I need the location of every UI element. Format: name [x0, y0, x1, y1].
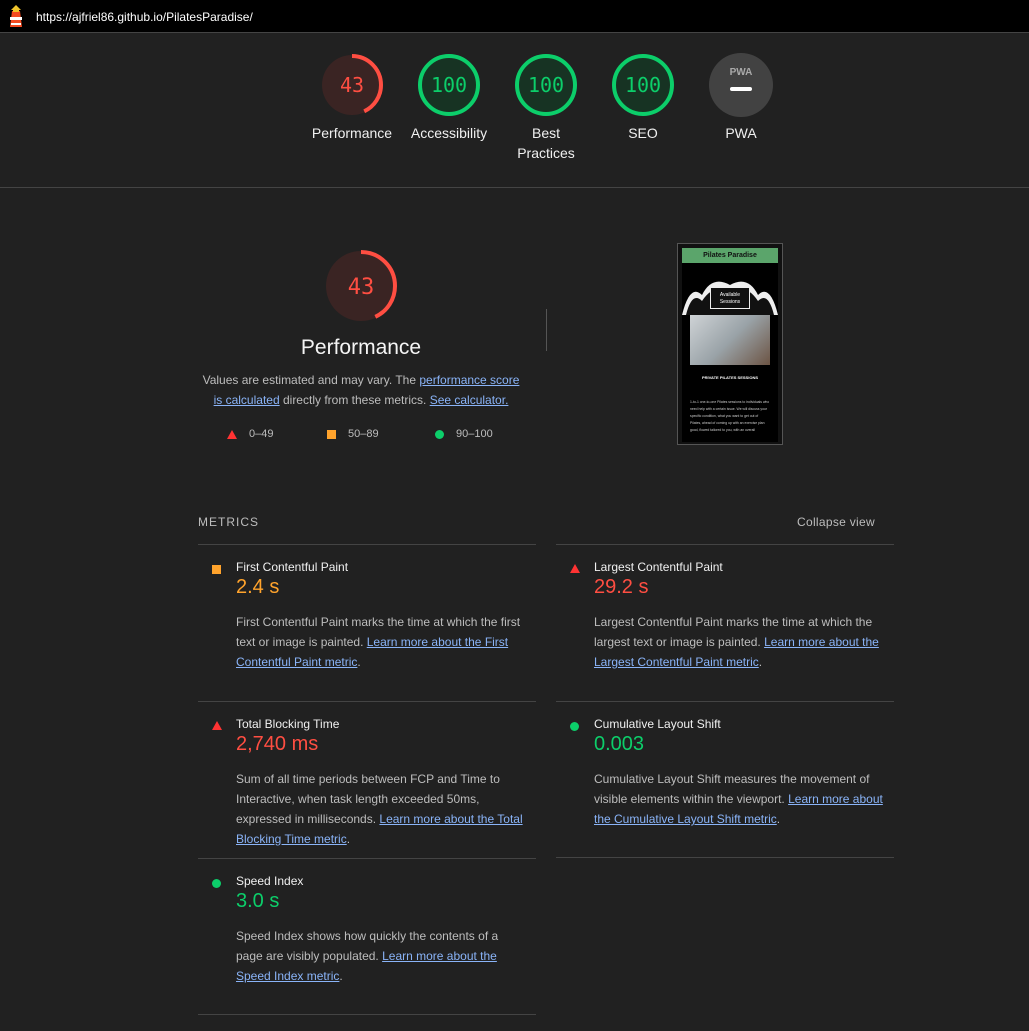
performance-gauge-large: 43 [311, 248, 411, 324]
legend-label: 0–49 [249, 428, 274, 440]
gauge-label: Performance [311, 125, 393, 141]
metric-value: 2.4 s [236, 576, 280, 598]
pass-circle-icon [435, 429, 444, 439]
url-bar: https://ajfriel86.github.io/PilatesParad… [0, 0, 1029, 33]
metric-value: 3.0 s [236, 890, 280, 912]
legend-label: 50–89 [348, 428, 379, 440]
gauge-score: 100 [431, 73, 467, 97]
thumb-text: 1-to-1 one-to-one Pilates sessions to in… [690, 400, 770, 432]
performance-title: Performance [300, 336, 422, 359]
divider [198, 1014, 536, 1015]
average-square-icon [212, 565, 221, 574]
metric-description: Sum of all time periods between FCP and … [236, 769, 528, 849]
gauge-performance[interactable]: 43 Performance [302, 53, 402, 143]
metric-title: First Contentful Paint [236, 560, 349, 574]
metric-description: Cumulative Layout Shift measures the mov… [594, 769, 886, 829]
desc-text: . [776, 812, 781, 826]
gauge-accessibility[interactable]: 100 Accessibility [399, 53, 499, 143]
metrics-heading: METRICS [198, 515, 259, 529]
desc-text: Values are estimated and may vary. The [202, 373, 420, 387]
page-url[interactable]: https://ajfriel86.github.io/PilatesParad… [36, 10, 253, 24]
fail-triangle-icon [227, 429, 237, 439]
pass-circle-icon [570, 722, 579, 731]
metric-title: Speed Index [236, 874, 304, 888]
divider [198, 701, 536, 702]
divider [546, 309, 547, 351]
thumb-header: Pilates Paradise [682, 248, 778, 263]
fail-triangle-icon [570, 564, 580, 573]
metric-title: Largest Contentful Paint [594, 560, 723, 574]
gauge-label: Accessibility [410, 125, 488, 141]
legend-label: 90–100 [456, 428, 493, 440]
gauge-ring: 100 [515, 54, 577, 116]
performance-description: Values are estimated and may vary. The p… [200, 370, 522, 410]
legend-average: 50–89 [327, 428, 379, 440]
legend-fail: 0–49 [227, 428, 273, 440]
final-screenshot[interactable]: Pilates Paradise Available Sessions PRIV… [677, 243, 783, 445]
metric-value: 29.2 s [594, 576, 649, 598]
thumb-button: Available Sessions [710, 287, 750, 309]
pwa-badge-icon: PWA [709, 53, 773, 117]
legend-pass: 90–100 [435, 428, 493, 440]
gauge-label: SEO [628, 125, 658, 141]
gauge-seo[interactable]: 100 SEO [593, 53, 693, 143]
gauge-ring: 43 [325, 250, 397, 322]
gauge-ring: 43 [321, 54, 383, 116]
desc-text: . [357, 655, 361, 669]
desc-text: . [346, 832, 351, 846]
fail-triangle-icon [212, 721, 222, 730]
category-gauges: 43 Performance 100 Accessibility 100 Bes… [0, 33, 1029, 188]
divider [556, 857, 894, 858]
thumb-body: Available Sessions PRIVATE PILATES SESSI… [682, 263, 778, 442]
divider [556, 701, 894, 702]
collapse-view-toggle[interactable]: Collapse view [797, 515, 875, 529]
thumb-caption: PRIVATE PILATES SESSIONS [701, 375, 758, 380]
pwa-badge-text: PWA [730, 67, 753, 78]
metric-title: Total Blocking Time [236, 717, 340, 731]
gauge-pwa[interactable]: PWA PWA [691, 53, 791, 143]
metric-description: First Contentful Paint marks the time at… [236, 612, 528, 672]
gauge-score: 43 [340, 73, 364, 97]
divider [198, 544, 536, 545]
lighthouse-icon [10, 5, 22, 27]
metric-value: 2,740 ms [236, 733, 319, 755]
gauge-ring: 100 [418, 54, 480, 116]
metric-value: 0.003 [594, 733, 645, 755]
pass-circle-icon [212, 879, 221, 888]
divider [556, 544, 894, 545]
gauge-best-practices[interactable]: 100 Best Practices [496, 53, 596, 163]
gauge-ring: 100 [612, 54, 674, 116]
gauge-score: 100 [625, 73, 661, 97]
see-calculator-link[interactable]: See calculator. [430, 393, 509, 407]
gauge-label: Best Practices [517, 125, 575, 161]
metric-description: Speed Index shows how quickly the conten… [236, 926, 528, 986]
desc-text: directly from these metrics. [279, 393, 430, 407]
average-square-icon [327, 429, 336, 439]
divider [198, 858, 536, 859]
metric-title: Cumulative Layout Shift [594, 717, 721, 731]
gauge-score: 100 [528, 73, 564, 97]
metric-description: Largest Contentful Paint marks the time … [594, 612, 886, 672]
thumb-photo [690, 315, 770, 365]
performance-score: 43 [348, 275, 375, 300]
desc-text: . [339, 969, 343, 983]
gauge-label: PWA [725, 125, 757, 141]
desc-text: . [758, 655, 763, 669]
